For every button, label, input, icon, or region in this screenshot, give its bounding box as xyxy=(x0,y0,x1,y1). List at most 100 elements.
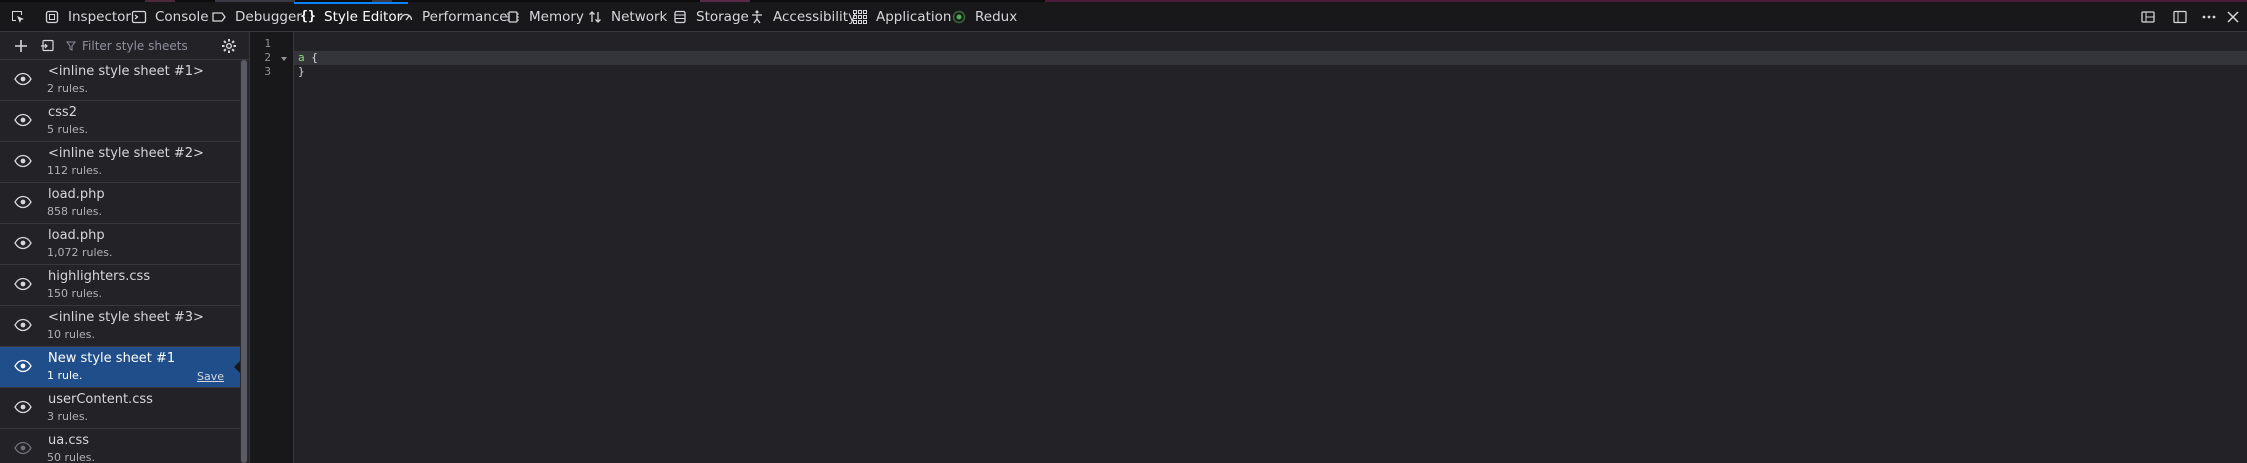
style-sheet-item[interactable]: highlighters.css 150 rules. xyxy=(0,265,240,306)
split-console-button[interactable] xyxy=(2172,2,2188,31)
tab-label: Performance xyxy=(422,8,508,25)
split-console-icon xyxy=(2173,10,2187,23)
style-sheet-item[interactable]: <inline style sheet #1> 2 rules. xyxy=(0,60,240,101)
style-sheet-rule-count: 10 rules. xyxy=(47,328,96,341)
debugger-icon xyxy=(212,11,226,22)
eye-icon[interactable] xyxy=(14,72,32,86)
network-icon xyxy=(589,10,601,23)
style-sheet-item[interactable]: ua.css 50 rules. xyxy=(0,429,240,463)
style-sheet-item[interactable]: load.php 858 rules. xyxy=(0,183,240,224)
tab-application[interactable]: Application xyxy=(852,2,951,31)
css-selector: a xyxy=(298,51,305,64)
style-sheet-rule-count: 2 rules. xyxy=(47,82,89,95)
save-link[interactable]: Save xyxy=(197,370,224,383)
new-style-sheet-button[interactable] xyxy=(13,38,29,54)
tab-label: Debugger xyxy=(235,8,302,25)
eye-icon[interactable] xyxy=(14,195,32,209)
style-sheet-item[interactable]: css2 5 rules. xyxy=(0,101,240,142)
style-sheet-item[interactable]: <inline style sheet #2> 112 rules. xyxy=(0,142,240,183)
eye-icon[interactable] xyxy=(14,318,32,332)
style-sheet-rule-count: 858 rules. xyxy=(47,205,103,218)
tab-label: Application xyxy=(876,8,952,25)
fold-arrow-icon[interactable] xyxy=(281,57,287,61)
memory-icon xyxy=(507,10,519,23)
style-sheet-name: New style sheet #1 xyxy=(48,351,176,366)
redux-icon xyxy=(952,10,966,23)
eye-icon[interactable] xyxy=(14,236,32,250)
style-sheet-rule-count: 1 rule. xyxy=(47,369,83,382)
dock-options-icon xyxy=(2141,10,2155,23)
style-sheet-name: load.php xyxy=(48,187,105,202)
style-sheet-rule-count: 1,072 rules. xyxy=(47,246,113,259)
gear-icon xyxy=(222,39,236,53)
style-sheet-list: <inline style sheet #1> 2 rules. css2 5 rul… xyxy=(0,60,240,463)
import-style-sheet-button[interactable] xyxy=(40,38,56,54)
code-text: } xyxy=(298,65,305,78)
style-sheet-editor[interactable]: 1 2 3 a { } xyxy=(250,32,2247,463)
tab-network[interactable]: Network xyxy=(587,2,667,31)
style-sheet-item[interactable]: New style sheet #1 1 rule. Save xyxy=(0,347,240,388)
sidebar-toolbar: Filter style sheets xyxy=(0,32,249,60)
style-sheet-name: userContent.css xyxy=(48,392,153,407)
style-sheet-name: ua.css xyxy=(48,433,90,448)
performance-icon xyxy=(399,13,413,20)
style-sheet-name: load.php xyxy=(48,228,105,243)
style-sheet-name: <inline style sheet #1> xyxy=(48,64,204,79)
eye-icon[interactable] xyxy=(14,441,32,455)
code-line[interactable] xyxy=(294,37,2247,51)
tab-memory[interactable]: Memory xyxy=(505,2,584,31)
tab-label: Accessibility xyxy=(773,8,857,25)
filter-style-sheets-input[interactable]: Filter style sheets xyxy=(66,37,206,55)
tab-performance[interactable]: Performance xyxy=(398,2,508,31)
style-sheet-rule-count: 150 rules. xyxy=(47,287,103,300)
code-line-active[interactable]: a { xyxy=(294,51,2247,65)
style-sheet-rule-count: 5 rules. xyxy=(47,123,89,136)
eye-icon[interactable] xyxy=(14,359,32,373)
more-options-icon xyxy=(2202,15,2216,18)
style-sheet-rule-count: 50 rules. xyxy=(47,451,96,463)
dock-options-button[interactable] xyxy=(2140,2,2156,31)
pick-element-icon xyxy=(12,10,24,23)
style-sheets-sidebar: Filter style sheets <inline style sheet … xyxy=(0,32,250,463)
tab-label: Redux xyxy=(975,8,1018,25)
tab-storage[interactable]: Storage xyxy=(672,2,749,31)
scrollbar-thumb[interactable] xyxy=(241,60,247,463)
accessibility-icon xyxy=(752,10,762,23)
more-options-button[interactable] xyxy=(2201,2,2217,31)
eye-icon[interactable] xyxy=(14,113,32,127)
eye-icon[interactable] xyxy=(14,400,32,414)
tab-style-editor[interactable]: {} Style Editor xyxy=(293,2,409,31)
style-sheet-name: <inline style sheet #3> xyxy=(48,310,204,325)
console-icon xyxy=(131,10,147,23)
plus-icon xyxy=(15,40,27,52)
style-sheet-name: css2 xyxy=(48,105,77,120)
tab-redux[interactable]: Redux xyxy=(951,2,1017,31)
pick-element-button[interactable] xyxy=(10,2,26,31)
tab-accessibility[interactable]: Accessibility xyxy=(749,2,856,31)
tab-inspector[interactable]: Inspector xyxy=(44,2,131,31)
css-brace: { xyxy=(304,51,318,64)
line-number: 3 xyxy=(264,65,271,78)
eye-icon[interactable] xyxy=(14,277,32,291)
eye-icon[interactable] xyxy=(14,154,32,168)
sidebar-scrollbar[interactable] xyxy=(240,60,248,463)
tab-label: Style Editor xyxy=(324,8,403,25)
tab-label: Console xyxy=(155,8,209,25)
close-toolbox-button[interactable] xyxy=(2225,2,2241,31)
devtools-toolbar: Inspector Console Debugger {} Style Edit… xyxy=(0,2,2247,32)
style-sheet-rule-count: 112 rules. xyxy=(47,164,103,177)
application-icon xyxy=(853,9,867,24)
style-sheet-item[interactable]: <inline style sheet #3> 10 rules. xyxy=(0,306,240,347)
settings-button[interactable] xyxy=(221,38,237,54)
code-area[interactable]: a { } xyxy=(294,32,2247,463)
style-sheet-item[interactable]: userContent.css 3 rules. xyxy=(0,388,240,429)
tab-debugger[interactable]: Debugger xyxy=(211,2,302,31)
style-sheet-item[interactable]: load.php 1,072 rules. xyxy=(0,224,240,265)
filter-placeholder: Filter style sheets xyxy=(82,39,188,53)
code-line[interactable]: } xyxy=(294,65,2247,79)
filter-icon xyxy=(66,41,76,51)
import-icon xyxy=(41,39,54,52)
code-text: a { xyxy=(298,51,318,64)
tab-console[interactable]: Console xyxy=(131,2,209,31)
tab-label: Network xyxy=(611,8,668,25)
